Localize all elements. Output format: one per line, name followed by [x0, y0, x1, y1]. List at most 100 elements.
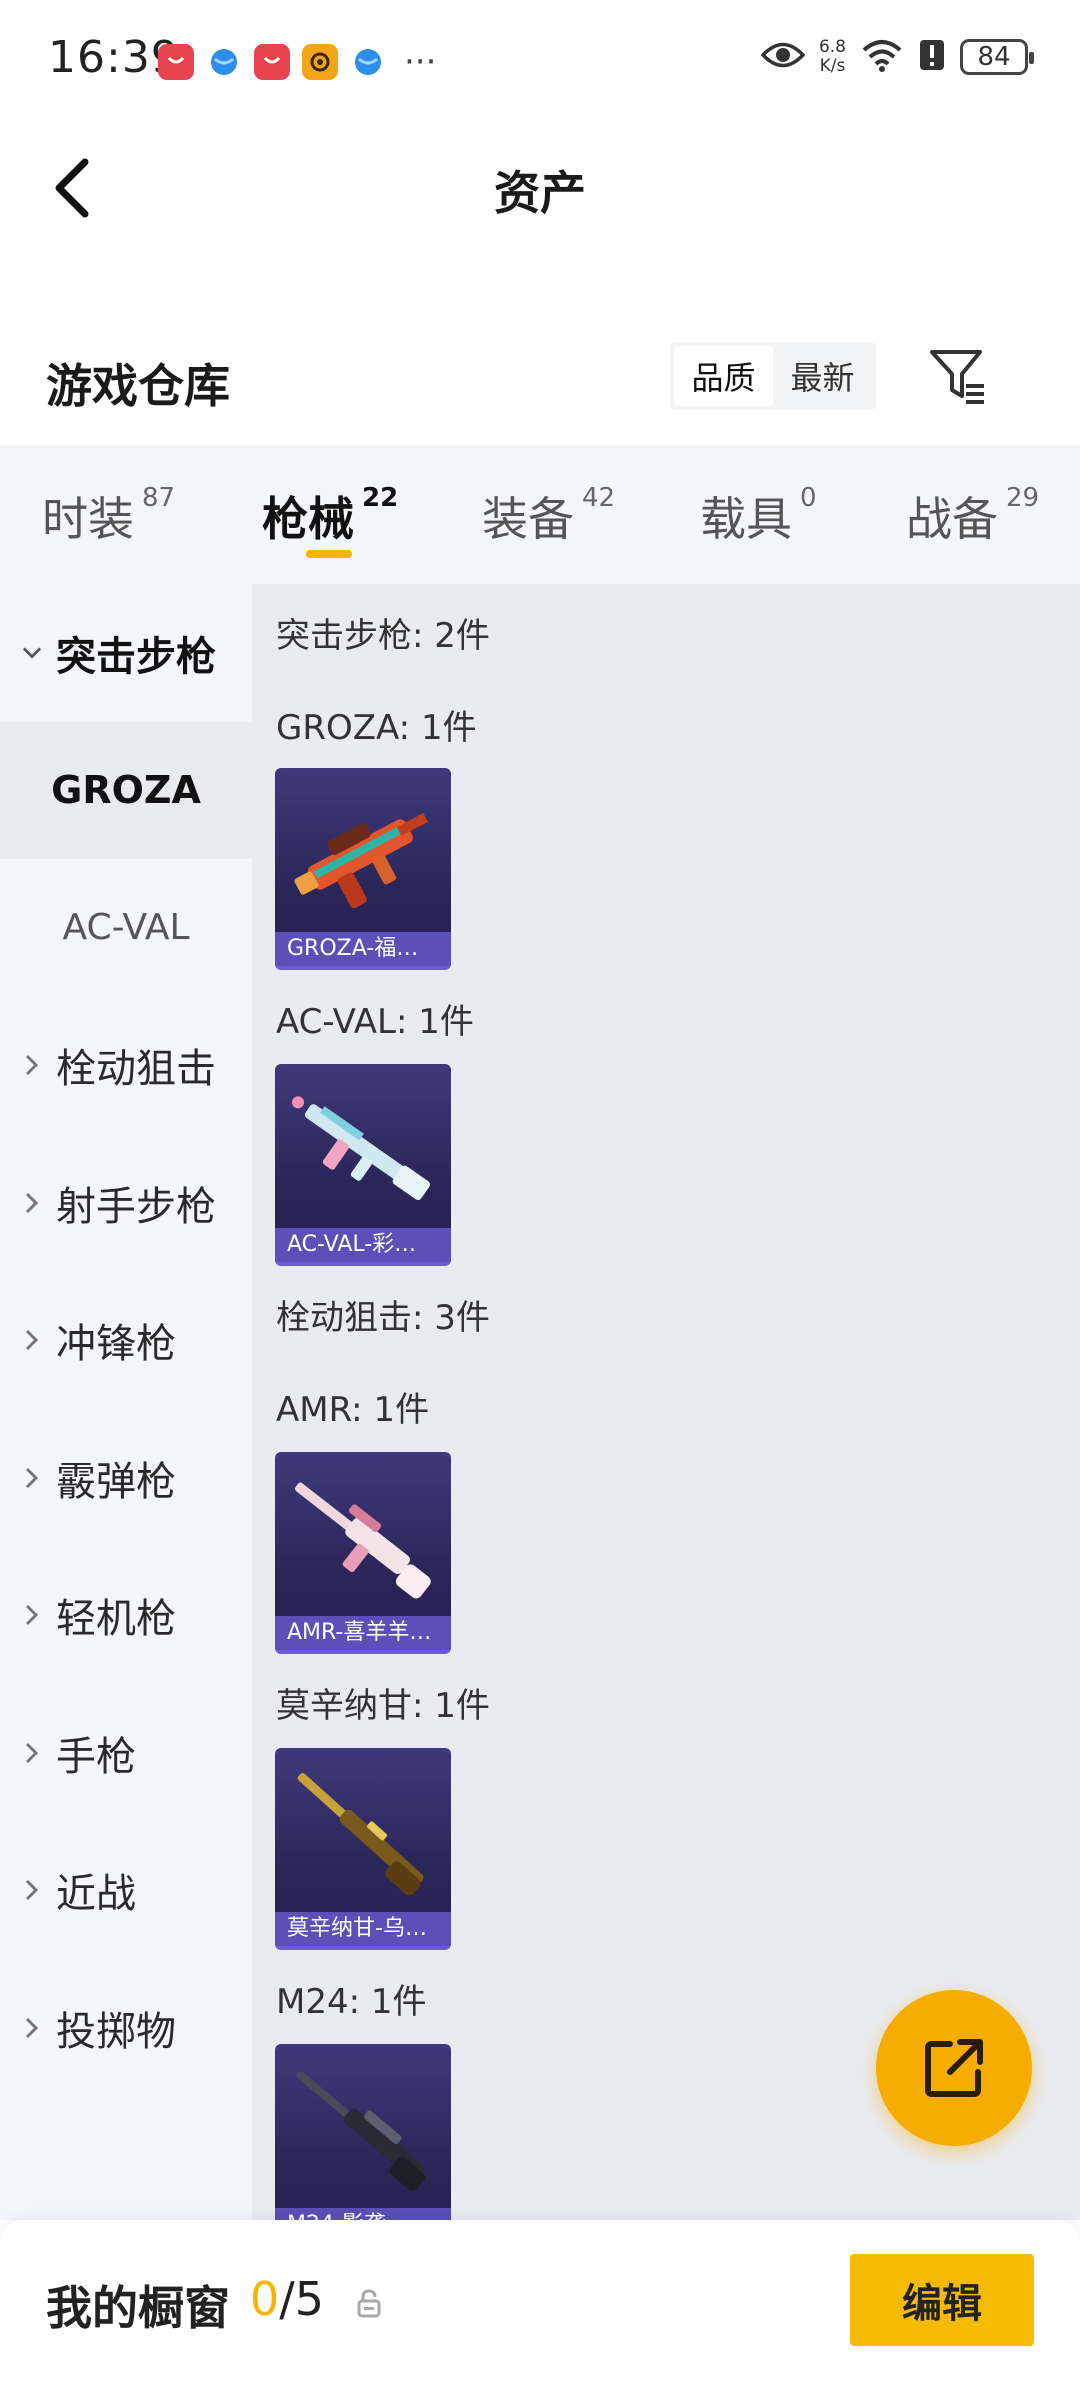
active-tab-indicator [306, 550, 352, 558]
weapon-card[interactable]: 莫辛纳甘-乌… [275, 1748, 451, 1950]
tab-count: 22 [362, 483, 399, 513]
sidebar-item-bolt-sniper[interactable]: 栓动狙击 [0, 997, 252, 1135]
sidebar-item-label: 投掷物 [56, 2008, 176, 2055]
tab-count: 87 [142, 483, 176, 513]
status-right: 6.8 K/s 84 [760, 38, 1034, 76]
filter-icon [930, 350, 984, 404]
net-speed-value: 6.8 [818, 37, 846, 57]
sidebar-item-label: GROZA [51, 768, 201, 813]
share-button[interactable] [876, 1990, 1032, 2146]
tab-guns[interactable]: 枪械 22 [262, 483, 398, 549]
groza-skin-image [294, 813, 428, 909]
sort-newest-button[interactable]: 最新 [773, 346, 872, 406]
weapon-card-caption: AMR-喜羊羊… [275, 1616, 451, 1650]
weapon-card[interactable]: AMR-喜羊羊… [275, 1452, 451, 1654]
weapon-card[interactable]: GROZA-福… [275, 768, 451, 970]
weapon-card[interactable]: AC-VAL-彩… [275, 1064, 451, 1266]
filter-button[interactable] [926, 344, 990, 408]
warehouse-header: 游戏仓库 品质 最新 [0, 320, 1080, 445]
share-external-icon [925, 2039, 983, 2097]
chevron-right-icon [22, 1329, 42, 1351]
sort-quality-button[interactable]: 品质 [674, 346, 773, 406]
tab-vehicles[interactable]: 载具 0 [700, 483, 817, 549]
browser-icon [350, 44, 386, 80]
weapon-heading: GROZA: 1件 [276, 708, 477, 748]
notification-icons: ··· [158, 44, 436, 80]
battery-icon: 84 [960, 39, 1034, 75]
showcase-count-total: /5 [279, 2272, 325, 2326]
browser-icon [206, 44, 242, 80]
lock-icon [357, 2289, 381, 2318]
sidebar-item-label: AC-VAL [62, 907, 190, 949]
sidebar-item-label: 近战 [56, 1871, 136, 1918]
sidebar-item-label: 冲锋枪 [56, 1321, 176, 1368]
tab-label: 时装 [42, 492, 134, 546]
top-nav: 资产 [0, 125, 1080, 250]
sidebar-subitem-groza[interactable]: GROZA [0, 721, 252, 859]
tab-supplies[interactable]: 战备 29 [906, 483, 1039, 549]
showcase-count: 0/5 [250, 2272, 324, 2326]
category-tabs: 时装 87 枪械 22 装备 42 载具 0 战备 29 [0, 446, 1080, 584]
edit-button[interactable]: 编辑 [850, 2254, 1034, 2346]
page-title: 资产 [494, 166, 586, 220]
sidebar-item-label: 霰弹枪 [56, 1458, 176, 1505]
net-speed: 6.8 K/s [819, 38, 846, 76]
sidebar-item-throwable[interactable]: 投掷物 [0, 1959, 252, 2097]
eye-icon [760, 40, 806, 74]
tab-equipment[interactable]: 装备 42 [482, 483, 615, 549]
tab-count: 0 [800, 483, 817, 513]
m24-skin-image [296, 2071, 426, 2191]
sidebar-item-label: 轻机枪 [56, 1596, 176, 1643]
showcase-title: 我的橱窗 [46, 2281, 230, 2335]
sidebar-item-label: 手枪 [56, 1733, 136, 1780]
sidebar-item-pistol[interactable]: 手枪 [0, 1684, 252, 1822]
showcase-bar: 我的橱窗 0/5 编辑 [0, 2220, 1080, 2382]
chevron-right-icon [22, 1054, 42, 1076]
status-bar: 16:39 ··· 6.8 K/s 84 [0, 0, 1080, 125]
sidebar-item-label: 突击步枪 [56, 633, 216, 680]
sidebar-item-marksman-rifle[interactable]: 射手步枪 [0, 1134, 252, 1272]
weapon-card-caption: M24-影袭… [275, 2208, 451, 2220]
tab-label: 载具 [700, 492, 792, 546]
acval-skin-image [292, 1096, 430, 1201]
sidebar-item-label: 栓动狙击 [56, 1046, 216, 1093]
tab-label: 装备 [482, 492, 574, 546]
app-notify-red-icon [254, 44, 290, 80]
section-title: 游戏仓库 [46, 359, 230, 413]
sidebar-item-assault-rifle[interactable]: 突击步枪 [0, 584, 252, 722]
chevron-right-icon [22, 1192, 42, 1214]
weapon-card-caption: AC-VAL-彩… [275, 1228, 451, 1262]
sidebar-item-smg[interactable]: 冲锋枪 [0, 1272, 252, 1410]
mosin-skin-image [297, 1772, 424, 1896]
weapon-card-caption: 莫辛纳甘-乌… [275, 1912, 451, 1946]
chevron-right-icon [22, 1604, 42, 1626]
sidebar-item-shotgun[interactable]: 霰弹枪 [0, 1409, 252, 1547]
weapon-heading: AC-VAL: 1件 [276, 1002, 474, 1042]
tab-count: 42 [582, 483, 616, 513]
weapon-card[interactable]: M24-影袭… [275, 2044, 451, 2220]
wifi-icon [860, 38, 904, 76]
sidebar-item-melee[interactable]: 近战 [0, 1822, 252, 1960]
sort-toggle: 品质 最新 [670, 342, 876, 410]
alert-icon [918, 38, 946, 76]
app-notify-red-icon [158, 44, 194, 80]
chevron-right-icon [22, 1742, 42, 1764]
weapon-heading: 莫辛纳甘: 1件 [276, 1686, 490, 1726]
tab-count: 29 [1006, 483, 1040, 513]
weapon-heading: M24: 1件 [276, 1982, 427, 2022]
weapon-category-sidebar: 突击步枪 GROZA AC-VAL 栓动狙击 射手步枪 冲锋枪 霰弹枪 轻机枪 … [0, 584, 252, 2220]
amr-skin-image [294, 1482, 431, 1599]
battery-level: 84 [977, 42, 1011, 72]
chevron-right-icon [22, 1467, 42, 1489]
tab-label: 战备 [906, 492, 998, 546]
tab-fashion[interactable]: 时装 87 [42, 483, 175, 549]
net-speed-unit: K/s [819, 56, 846, 76]
weapon-heading: AMR: 1件 [276, 1390, 430, 1430]
app-notify-orange-icon [302, 44, 338, 80]
sidebar-item-lmg[interactable]: 轻机枪 [0, 1547, 252, 1685]
tab-label: 枪械 [262, 492, 354, 546]
category-heading: 突击步枪: 2件 [276, 616, 490, 656]
showcase-count-current: 0 [250, 2272, 280, 2326]
sidebar-subitem-acval[interactable]: AC-VAL [0, 859, 252, 997]
weapon-list: 突击步枪: 2件 GROZA: 1件 GROZA-福… AC-VAL: 1件 A… [252, 584, 1080, 2220]
